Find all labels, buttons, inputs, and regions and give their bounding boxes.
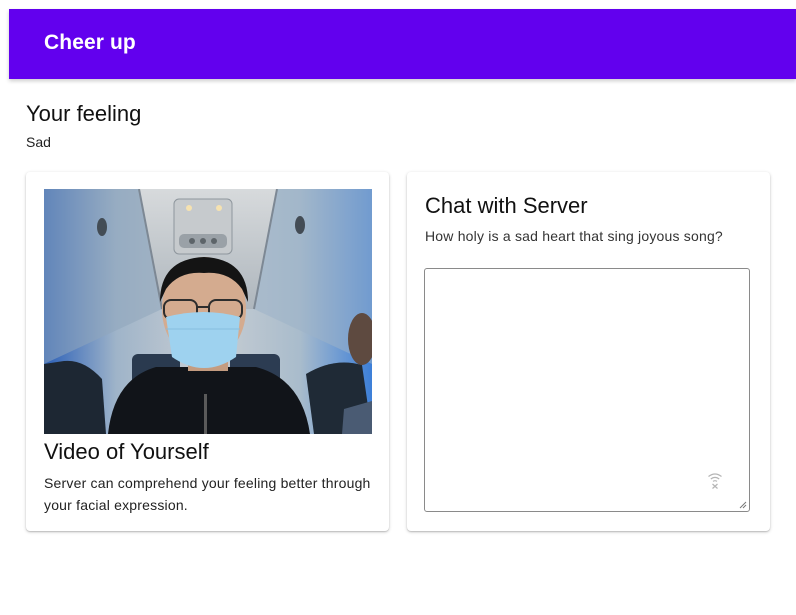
app-bar: Cheer up: [9, 9, 796, 79]
feeling-value: Sad: [26, 134, 51, 150]
wifi-off-icon: [708, 473, 722, 489]
app-title: Cheer up: [44, 31, 136, 54]
feeling-heading: Your feeling: [26, 101, 142, 126]
resize-handle-icon[interactable]: [739, 501, 747, 509]
video-card-title: Video of Yourself: [44, 439, 209, 464]
chat-input[interactable]: [424, 268, 750, 512]
video-card: Video of Yourself Server can comprehend …: [26, 172, 389, 531]
chat-server-message: How holy is a sad heart that sing joyous…: [425, 228, 723, 244]
chat-card-title: Chat with Server: [425, 193, 588, 218]
chat-card: Chat with Server How holy is a sad heart…: [407, 172, 770, 531]
webcam-video-frame: [44, 189, 372, 434]
video-card-description: Server can comprehend your feeling bette…: [44, 475, 371, 513]
webcam-video: [44, 189, 372, 434]
